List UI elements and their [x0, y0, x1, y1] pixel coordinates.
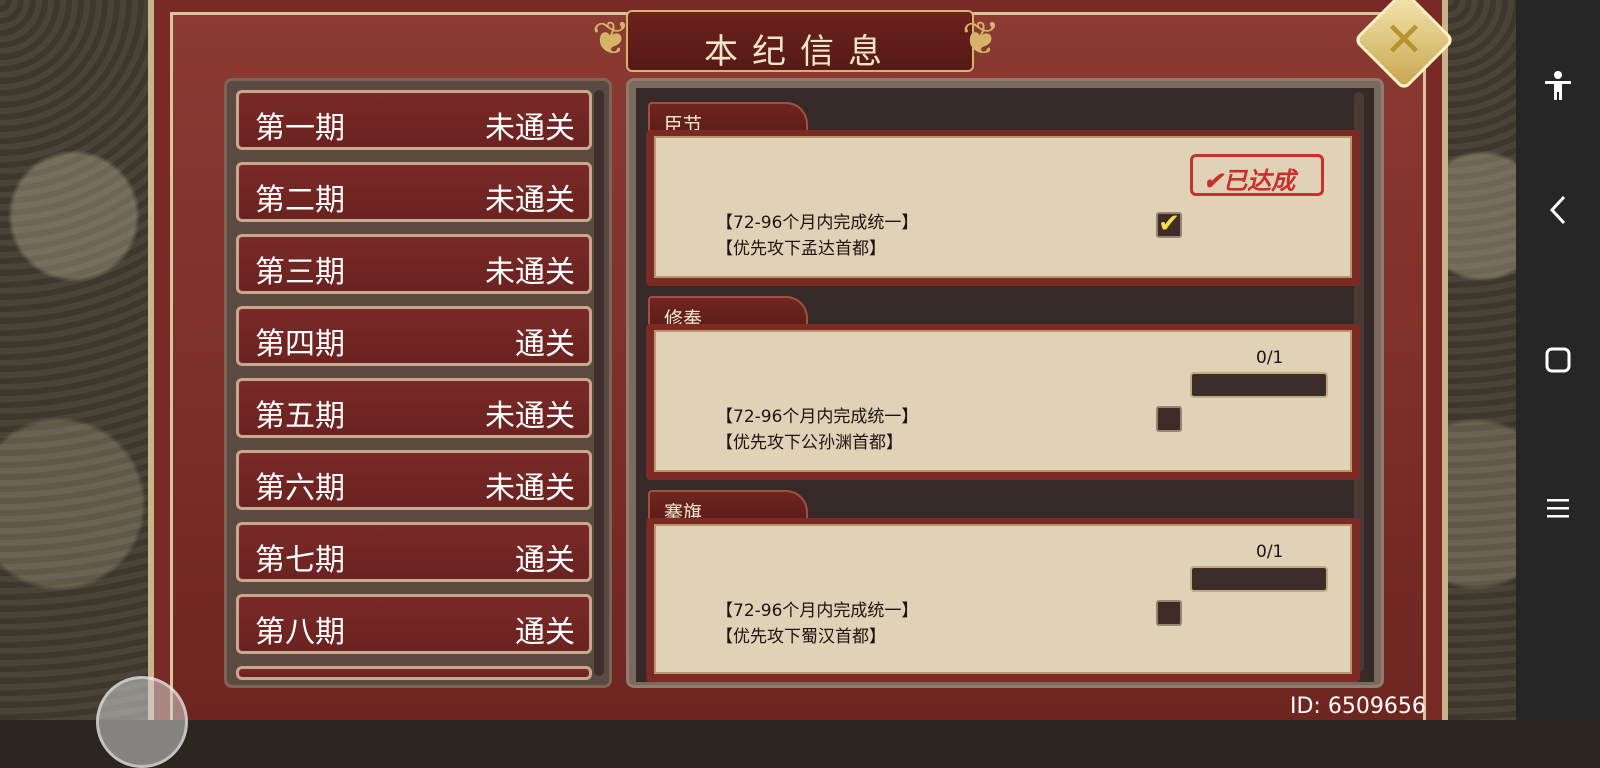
period-item-1[interactable]: 第一期 未通关: [236, 90, 592, 150]
period-status: 未通关: [485, 471, 575, 506]
objective-checkbox-unchecked: [1156, 600, 1182, 626]
period-status: 未通关: [485, 111, 575, 146]
period-status: 未通关: [485, 255, 575, 290]
period-item-2[interactable]: 第二期 未通关: [236, 162, 592, 222]
period-list-scrollbar[interactable]: [594, 90, 604, 676]
left-decor: [0, 0, 148, 720]
period-name: 第一期: [255, 111, 345, 146]
period-name: 第七期: [255, 543, 345, 578]
period-name: 第八期: [255, 615, 345, 650]
objective-line-2: 【优先攻下孟达首都】: [716, 239, 886, 259]
progress-bar: [1190, 566, 1328, 592]
recents-icon[interactable]: [1538, 488, 1578, 528]
progress-text: 0/1: [1256, 542, 1284, 562]
objective-line-1: 【72-96个月内完成统一】: [716, 213, 919, 233]
system-nav-bar: [1516, 0, 1600, 720]
period-item-5[interactable]: 第五期 未通关: [236, 378, 592, 438]
objective-line-1: 【72-96个月内完成统一】: [716, 601, 919, 621]
period-item-6[interactable]: 第六期 未通关: [236, 450, 592, 510]
scroll-ornament-right-icon: ❦: [961, 11, 1001, 65]
period-name: 第四期: [255, 327, 345, 362]
objective-card-3: 0/1 【72-96个月内完成统一】 【优先攻下蜀汉首都】: [646, 518, 1360, 682]
right-decor: [1448, 0, 1516, 720]
period-name: 第六期: [255, 471, 345, 506]
objective-line-2: 【优先攻下公孙渊首都】: [716, 433, 903, 453]
progress-text: 0/1: [1256, 348, 1284, 368]
progress-bar: [1190, 372, 1328, 398]
accessibility-icon[interactable]: [1538, 66, 1578, 106]
objective-checkbox-checked: ✔: [1156, 211, 1182, 238]
objective-paper: 0/1 【72-96个月内完成统一】 【优先攻下蜀汉首都】: [654, 524, 1352, 674]
period-item-8[interactable]: 第八期 通关: [236, 594, 592, 654]
objective-line-2: 【优先攻下蜀汉首都】: [716, 627, 886, 647]
objective-card-2: 0/1 【72-96个月内完成统一】 【优先攻下公孙渊首都】: [646, 324, 1360, 480]
page-title: 本纪信息: [704, 32, 896, 72]
period-item-9-partial[interactable]: [236, 666, 592, 680]
period-status: 通关: [515, 615, 575, 650]
user-id: ID: 6509656: [1290, 694, 1426, 719]
period-name: 第五期: [255, 399, 345, 434]
title-plate: 本纪信息: [626, 10, 974, 72]
objective-paper: 【72-96个月内完成统一】 【优先攻下孟达首都】 ✔已达成 ✔: [654, 136, 1352, 278]
period-item-7[interactable]: 第七期 通关: [236, 522, 592, 582]
period-status: 通关: [515, 543, 575, 578]
period-name: 第三期: [255, 255, 345, 290]
home-icon[interactable]: [1538, 340, 1578, 380]
close-icon[interactable]: ✕: [1368, 4, 1440, 76]
period-item-3[interactable]: 第三期 未通关: [236, 234, 592, 294]
period-name: 第二期: [255, 183, 345, 218]
period-status: 通关: [515, 327, 575, 362]
floating-menu-button[interactable]: [96, 676, 188, 768]
period-status: 未通关: [485, 399, 575, 434]
back-icon[interactable]: [1538, 190, 1578, 230]
objective-card-1: 【72-96个月内完成统一】 【优先攻下孟达首都】 ✔已达成 ✔: [646, 130, 1360, 286]
objective-paper: 0/1 【72-96个月内完成统一】 【优先攻下公孙渊首都】: [654, 330, 1352, 472]
achieved-stamp: ✔已达成: [1190, 154, 1324, 196]
objective-checkbox-unchecked: [1156, 406, 1182, 432]
objective-line-1: 【72-96个月内完成统一】: [716, 407, 919, 427]
period-status: 未通关: [485, 183, 575, 218]
period-item-4[interactable]: 第四期 通关: [236, 306, 592, 366]
